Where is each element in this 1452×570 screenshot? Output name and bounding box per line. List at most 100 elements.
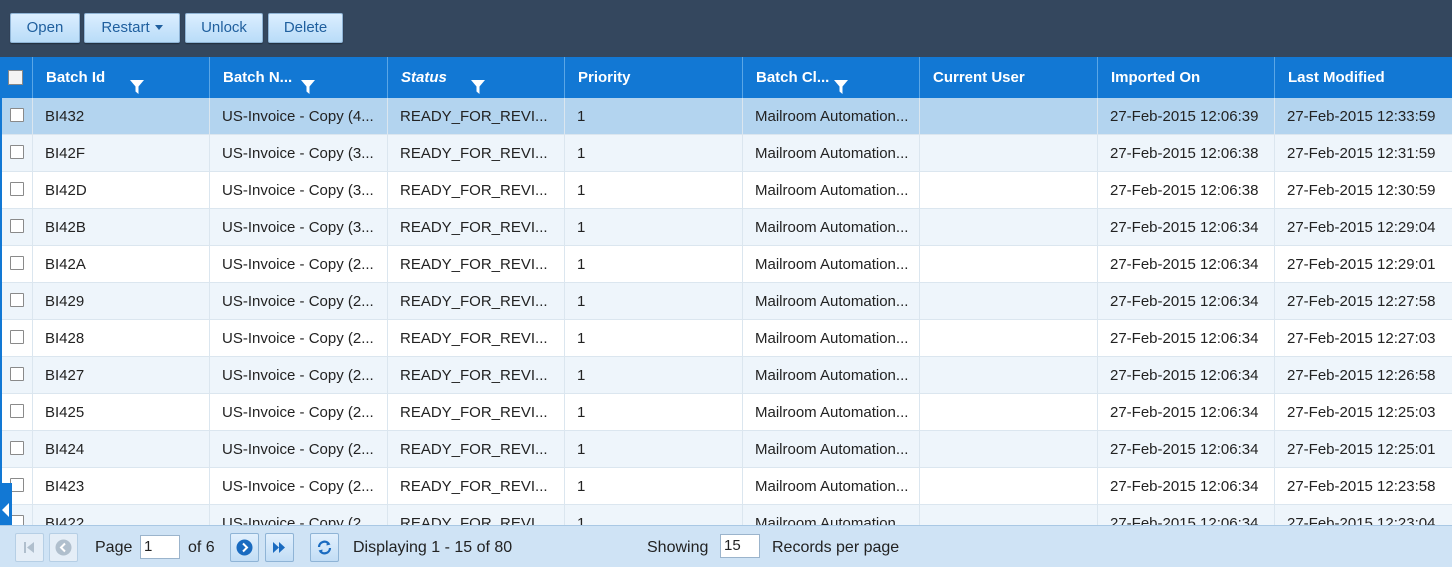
- cell-priority: 1: [565, 172, 743, 209]
- cell-batch-class: Mailroom Automation...: [743, 283, 920, 320]
- filter-icon[interactable]: [833, 79, 849, 95]
- cell-priority: 1: [565, 431, 743, 468]
- filter-button[interactable]: [470, 70, 486, 94]
- cell-batch-class: Mailroom Automation...: [743, 98, 920, 135]
- cell-last-modified: 27-Feb-2015 12:23:04: [1275, 505, 1452, 525]
- select-all-checkbox[interactable]: [8, 70, 23, 85]
- open-button[interactable]: Open: [10, 13, 80, 43]
- cell-current-user: [920, 431, 1098, 468]
- cell-imported-on: 27-Feb-2015 12:06:34: [1098, 431, 1275, 468]
- cell-batch-class: Mailroom Automation...: [743, 394, 920, 431]
- row-checkbox[interactable]: [10, 478, 24, 492]
- filter-button[interactable]: [300, 70, 316, 94]
- column-header-label: Imported On: [1111, 69, 1201, 86]
- cell-current-user: [920, 246, 1098, 283]
- next-page-button[interactable]: [230, 533, 259, 562]
- table-row[interactable]: BI42B US-Invoice - Copy (3... READY_FOR_RE…: [2, 209, 1452, 246]
- column-header-batch-name[interactable]: Batch N...: [210, 57, 388, 98]
- column-header-imported-on[interactable]: Imported On: [1098, 57, 1275, 98]
- delete-button[interactable]: Delete: [268, 13, 343, 43]
- table-row[interactable]: BI428 US-Invoice - Copy (2... READY_FOR_RE…: [2, 320, 1452, 357]
- cell-batch-id: BI428: [33, 320, 210, 357]
- cell-priority: 1: [565, 135, 743, 172]
- cell-status: READY_FOR_REVI...: [388, 394, 565, 431]
- row-select-cell: [2, 431, 33, 468]
- row-checkbox[interactable]: [10, 182, 24, 196]
- cell-status: READY_FOR_REVI...: [388, 209, 565, 246]
- filter-icon[interactable]: [129, 79, 145, 95]
- cell-batch-id: BI422: [33, 505, 210, 525]
- row-checkbox[interactable]: [10, 404, 24, 418]
- cell-priority: 1: [565, 283, 743, 320]
- table-row[interactable]: BI422 US-Invoice - Copy (2... READY_FOR_RE…: [2, 505, 1452, 525]
- table-row[interactable]: BI42D US-Invoice - Copy (3... READY_FOR_RE…: [2, 172, 1452, 209]
- last-page-icon: [273, 542, 285, 553]
- cell-priority: 1: [565, 394, 743, 431]
- filter-icon[interactable]: [300, 79, 316, 95]
- cell-imported-on: 27-Feb-2015 12:06:34: [1098, 394, 1275, 431]
- prev-page-button[interactable]: [49, 533, 78, 562]
- page-number-input[interactable]: 1: [140, 535, 180, 559]
- per-page-input[interactable]: 15: [720, 534, 760, 558]
- cell-batch-id: BI429: [33, 283, 210, 320]
- cell-batch-name: US-Invoice - Copy (3...: [210, 172, 388, 209]
- cell-last-modified: 27-Feb-2015 12:27:58: [1275, 283, 1452, 320]
- cell-batch-class: Mailroom Automation...: [743, 135, 920, 172]
- cell-batch-class: Mailroom Automation...: [743, 320, 920, 357]
- column-header-batch-class[interactable]: Batch Cl...: [743, 57, 920, 98]
- cell-priority: 1: [565, 468, 743, 505]
- restart-button[interactable]: Restart: [84, 13, 180, 43]
- table-row[interactable]: BI42A US-Invoice - Copy (2... READY_FOR_RE…: [2, 246, 1452, 283]
- row-checkbox[interactable]: [10, 367, 24, 381]
- row-checkbox[interactable]: [10, 441, 24, 455]
- pagination-bar: Page 1 of 6 Displaying 1 - 15 of 80 Show…: [0, 525, 1452, 567]
- cell-priority: 1: [565, 357, 743, 394]
- cell-batch-class: Mailroom Automation...: [743, 505, 920, 525]
- table-row[interactable]: BI424 US-Invoice - Copy (2... READY_FOR_RE…: [2, 431, 1452, 468]
- cell-imported-on: 27-Feb-2015 12:06:34: [1098, 209, 1275, 246]
- cell-last-modified: 27-Feb-2015 12:33:59: [1275, 98, 1452, 135]
- column-header-current-user[interactable]: Current User: [920, 57, 1098, 98]
- cell-batch-class: Mailroom Automation...: [743, 246, 920, 283]
- column-header-last-modified[interactable]: Last Modified: [1275, 57, 1452, 98]
- first-page-button[interactable]: [15, 533, 44, 562]
- table-row[interactable]: BI427 US-Invoice - Copy (2... READY_FOR_RE…: [2, 357, 1452, 394]
- filter-button[interactable]: [833, 70, 849, 94]
- table-row[interactable]: BI429 US-Invoice - Copy (2... READY_FOR_RE…: [2, 283, 1452, 320]
- row-checkbox[interactable]: [10, 293, 24, 307]
- cell-imported-on: 27-Feb-2015 12:06:34: [1098, 357, 1275, 394]
- displaying-label: Displaying 1 - 15 of 80: [353, 539, 513, 556]
- row-select-cell: [2, 209, 33, 246]
- table-row[interactable]: BI425 US-Invoice - Copy (2... READY_FOR_RE…: [2, 394, 1452, 431]
- filter-icon[interactable]: [470, 79, 486, 95]
- row-checkbox[interactable]: [10, 145, 24, 159]
- next-page-icon: [236, 539, 253, 556]
- cell-last-modified: 27-Feb-2015 12:29:04: [1275, 209, 1452, 246]
- row-checkbox[interactable]: [10, 108, 24, 122]
- cell-current-user: [920, 394, 1098, 431]
- table-row[interactable]: BI432 US-Invoice - Copy (4... READY_FOR_RE…: [2, 98, 1452, 135]
- cell-current-user: [920, 209, 1098, 246]
- row-checkbox[interactable]: [10, 219, 24, 233]
- batch-grid: Batch Id Batch N... Status Priority Batch Cl…: [0, 57, 1452, 525]
- table-row[interactable]: BI423 US-Invoice - Copy (2... READY_FOR_RE…: [2, 468, 1452, 505]
- table-row[interactable]: BI42F US-Invoice - Copy (3... READY_FOR_RE…: [2, 135, 1452, 172]
- cell-current-user: [920, 135, 1098, 172]
- page-count-label: of 6: [188, 539, 215, 556]
- cell-last-modified: 27-Feb-2015 12:27:03: [1275, 320, 1452, 357]
- row-select-cell: [2, 135, 33, 172]
- row-checkbox[interactable]: [10, 330, 24, 344]
- filter-button[interactable]: [129, 70, 145, 94]
- column-header-status[interactable]: Status: [388, 57, 565, 98]
- cell-current-user: [920, 320, 1098, 357]
- row-checkbox[interactable]: [10, 256, 24, 270]
- unlock-button[interactable]: Unlock: [185, 13, 263, 43]
- cell-status: READY_FOR_REVI...: [388, 468, 565, 505]
- column-header-batch-id[interactable]: Batch Id: [33, 57, 210, 98]
- column-header-priority[interactable]: Priority: [565, 57, 743, 98]
- cell-batch-name: US-Invoice - Copy (3...: [210, 135, 388, 172]
- toolbar: Open Restart Unlock Delete: [0, 0, 1452, 57]
- row-checkbox[interactable]: [10, 515, 24, 525]
- refresh-button[interactable]: [310, 533, 339, 562]
- last-page-button[interactable]: [265, 533, 294, 562]
